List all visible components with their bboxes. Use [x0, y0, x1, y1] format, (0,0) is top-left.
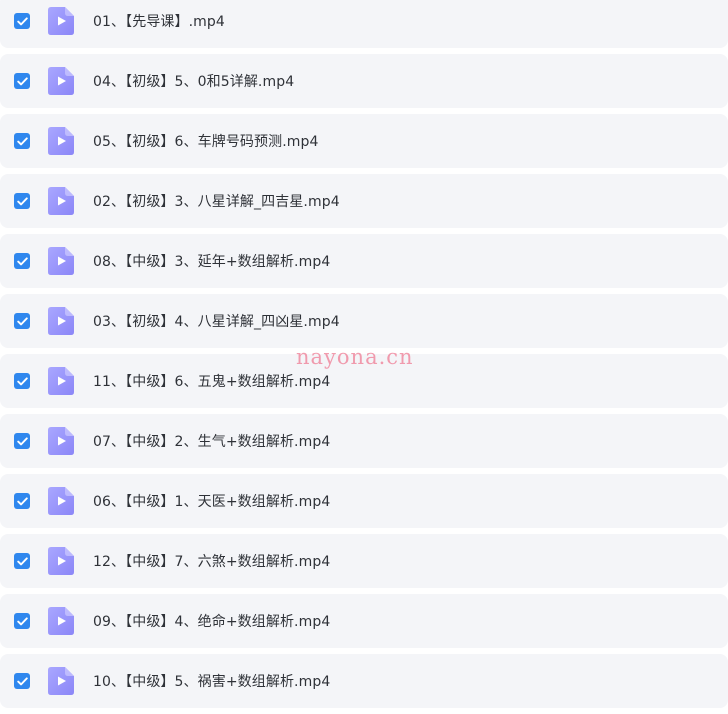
- file-checkbox[interactable]: [14, 253, 30, 269]
- file-list: 01、【先导课】.mp4 04、【初级】5、0和5详解.mp4 05、【初级】6、车…: [0, 0, 728, 714]
- file-row[interactable]: 07、【中级】2、生气+数组解析.mp4: [0, 414, 728, 468]
- file-row[interactable]: 12、【中级】7、六煞+数组解析.mp4: [0, 534, 728, 588]
- file-name[interactable]: 08、【中级】3、延年+数组解析.mp4: [93, 251, 330, 271]
- file-row[interactable]: 09、【中级】4、绝命+数组解析.mp4: [0, 594, 728, 648]
- file-checkbox[interactable]: [14, 73, 30, 89]
- file-name[interactable]: 04、【初级】5、0和5详解.mp4: [93, 71, 294, 91]
- file-checkbox[interactable]: [14, 613, 30, 629]
- file-row[interactable]: 05、【初级】6、车牌号码预测.mp4: [0, 114, 728, 168]
- video-file-icon: [48, 67, 74, 95]
- file-checkbox[interactable]: [14, 313, 30, 329]
- file-name[interactable]: 07、【中级】2、生气+数组解析.mp4: [93, 431, 330, 451]
- file-row[interactable]: 08、【中级】3、延年+数组解析.mp4: [0, 234, 728, 288]
- file-name[interactable]: 06、【中级】1、天医+数组解析.mp4: [93, 491, 330, 511]
- video-file-icon: [48, 427, 74, 455]
- file-name[interactable]: 09、【中级】4、绝命+数组解析.mp4: [93, 611, 330, 631]
- file-row[interactable]: 04、【初级】5、0和5详解.mp4: [0, 54, 728, 108]
- file-checkbox[interactable]: [14, 193, 30, 209]
- file-name[interactable]: 05、【初级】6、车牌号码预测.mp4: [93, 131, 319, 151]
- video-file-icon: [48, 7, 74, 35]
- file-name[interactable]: 12、【中级】7、六煞+数组解析.mp4: [93, 551, 330, 571]
- file-name[interactable]: 01、【先导课】.mp4: [93, 11, 225, 31]
- file-row[interactable]: 01、【先导课】.mp4: [0, 0, 728, 48]
- video-file-icon: [48, 547, 74, 575]
- file-name[interactable]: 02、【初级】3、八星详解_四吉星.mp4: [93, 191, 340, 211]
- file-name[interactable]: 03、【初级】4、八星详解_四凶星.mp4: [93, 311, 340, 331]
- file-checkbox[interactable]: [14, 493, 30, 509]
- file-checkbox[interactable]: [14, 373, 30, 389]
- file-checkbox[interactable]: [14, 433, 30, 449]
- file-name[interactable]: 10、【中级】5、祸害+数组解析.mp4: [93, 671, 330, 691]
- video-file-icon: [48, 247, 74, 275]
- video-file-icon: [48, 307, 74, 335]
- file-checkbox[interactable]: [14, 133, 30, 149]
- video-file-icon: [48, 187, 74, 215]
- file-checkbox[interactable]: [14, 13, 30, 29]
- video-file-icon: [48, 667, 74, 695]
- video-file-icon: [48, 367, 74, 395]
- file-name[interactable]: 11、【中级】6、五鬼+数组解析.mp4: [93, 371, 330, 391]
- file-row[interactable]: 02、【初级】3、八星详解_四吉星.mp4: [0, 174, 728, 228]
- file-row[interactable]: 06、【中级】1、天医+数组解析.mp4: [0, 474, 728, 528]
- video-file-icon: [48, 487, 74, 515]
- video-file-icon: [48, 127, 74, 155]
- video-file-icon: [48, 607, 74, 635]
- file-checkbox[interactable]: [14, 553, 30, 569]
- file-row[interactable]: 11、【中级】6、五鬼+数组解析.mp4: [0, 354, 728, 408]
- file-row[interactable]: 03、【初级】4、八星详解_四凶星.mp4: [0, 294, 728, 348]
- file-checkbox[interactable]: [14, 673, 30, 689]
- file-row[interactable]: 10、【中级】5、祸害+数组解析.mp4: [0, 654, 728, 708]
